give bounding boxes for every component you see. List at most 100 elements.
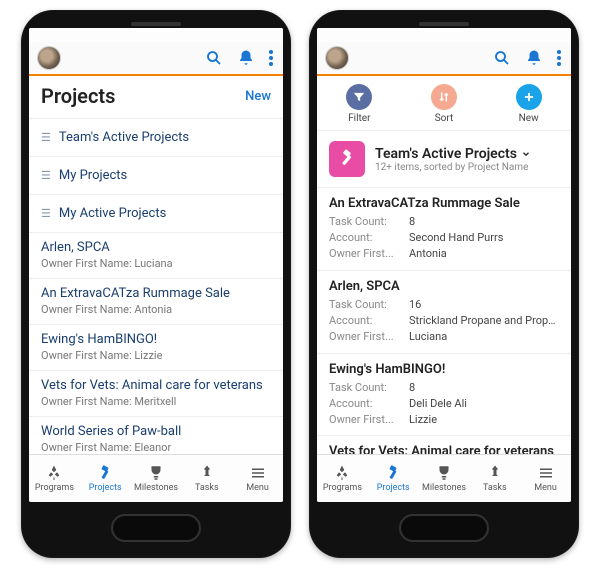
record-name: Vets for Vets: Animal care for veterans (329, 444, 559, 454)
tab-tasks[interactable]: Tasks (181, 455, 232, 502)
list-header[interactable]: Team's Active Projects 12+ items, sorted… (317, 131, 571, 188)
list-icon: ☰ (41, 131, 51, 144)
rocket-icon (333, 464, 351, 482)
tab-label: Milestones (422, 483, 466, 493)
tab-projects[interactable]: Projects (80, 455, 131, 502)
record-name: An ExtravaCATza Rummage Sale (329, 196, 559, 211)
record-sub: Owner First Name: Antonia (41, 303, 271, 316)
record-item[interactable]: Ewing's HamBINGO! Task Count:8 Account:D… (317, 354, 571, 437)
menu-icon (537, 464, 555, 482)
list-view-label: My Active Projects (59, 206, 166, 221)
search-icon[interactable] (493, 49, 511, 67)
sort-button[interactable]: Sort (431, 84, 457, 124)
record-item[interactable]: World Series of Paw-ball Owner First Nam… (29, 417, 283, 454)
field-value: 16 (409, 297, 559, 313)
action-bar: Filter Sort New (317, 76, 571, 131)
record-sub: Owner First Name: Lizzie (41, 349, 271, 362)
list-subtitle: 12+ items, sorted by Project Name (375, 162, 531, 173)
record-name: Ewing's HamBINGO! (41, 332, 271, 347)
avatar[interactable] (37, 46, 61, 70)
record-item[interactable]: An ExtravaCATza Rummage Sale Task Count:… (317, 188, 571, 271)
tab-menu[interactable]: Menu (520, 455, 571, 502)
record-name: World Series of Paw-ball (41, 424, 271, 439)
field-value: Luciana (409, 329, 559, 345)
record-item[interactable]: Vets for Vets: Animal care for veterans … (317, 436, 571, 454)
record-sub: Owner First Name: Luciana (41, 257, 271, 270)
record-item[interactable]: Vets for Vets: Animal care for veterans … (29, 371, 283, 417)
field-value: Deli Dele Ali (409, 396, 559, 412)
field-value: Second Hand Purrs (409, 230, 559, 246)
tab-menu[interactable]: Menu (232, 455, 283, 502)
record-item[interactable]: Arlen, SPCA Owner First Name: Luciana (29, 233, 283, 279)
field-label: Owner First... (329, 329, 409, 345)
list-view-item[interactable]: ☰ My Projects (29, 157, 283, 195)
list-view-item[interactable]: ☰ My Active Projects (29, 195, 283, 233)
screen: Projects New ☰ Team's Active Projects ☰ … (29, 28, 283, 502)
page-title: Projects (41, 84, 115, 108)
screen: Filter Sort New Team's Active P (317, 28, 571, 502)
chevron-down-icon (521, 149, 531, 159)
list-view-item[interactable]: ☰ Team's Active Projects (29, 119, 283, 157)
record-item[interactable]: An ExtravaCATza Rummage Sale Owner First… (29, 279, 283, 325)
speaker (419, 22, 469, 26)
speaker (131, 22, 181, 26)
menu-icon (249, 464, 267, 482)
list-icon: ☰ (41, 169, 51, 182)
trophy-icon (435, 464, 453, 482)
status-bar (317, 28, 571, 42)
tab-label: Programs (35, 483, 74, 493)
list-view-label: Team's Active Projects (59, 130, 189, 145)
record-name: Ewing's HamBINGO! (329, 362, 559, 377)
list-title: Team's Active Projects (375, 146, 531, 162)
content-scroll[interactable]: An ExtravaCATza Rummage Sale Task Count:… (317, 188, 571, 454)
app-header (317, 42, 571, 76)
status-bar (29, 28, 283, 42)
bottom-tabs: Programs Projects Milestones Tasks Menu (317, 454, 571, 502)
tab-projects[interactable]: Projects (368, 455, 419, 502)
record-name: Vets for Vets: Animal care for veterans (41, 378, 271, 393)
phone-right: Filter Sort New Team's Active P (309, 10, 579, 558)
avatar[interactable] (325, 46, 349, 70)
field-value: 8 (409, 214, 559, 230)
list-view-label: My Projects (59, 168, 127, 183)
sort-icon (431, 84, 457, 110)
tab-milestones[interactable]: Milestones (131, 455, 182, 502)
record-item[interactable]: Ewing's HamBINGO! Owner First Name: Lizz… (29, 325, 283, 371)
tab-label: Tasks (195, 483, 219, 493)
new-button[interactable]: New (516, 84, 542, 124)
home-button[interactable] (111, 514, 201, 542)
filter-icon (346, 84, 372, 110)
flashlight-icon (96, 464, 114, 482)
action-label: Sort (435, 113, 454, 124)
home-button[interactable] (399, 514, 489, 542)
tab-label: Menu (534, 483, 557, 493)
tab-tasks[interactable]: Tasks (469, 455, 520, 502)
record-name: An ExtravaCATza Rummage Sale (41, 286, 271, 301)
field-label: Owner First... (329, 246, 409, 262)
plus-icon (516, 84, 542, 110)
tab-label: Milestones (134, 483, 178, 493)
record-item[interactable]: Arlen, SPCA Task Count:16 Account:Strick… (317, 271, 571, 354)
field-label: Task Count: (329, 214, 409, 230)
tab-milestones[interactable]: Milestones (419, 455, 470, 502)
tab-programs[interactable]: Programs (29, 455, 80, 502)
pin-icon (198, 464, 216, 482)
title-row: Projects New (29, 76, 283, 119)
tab-label: Programs (323, 483, 362, 493)
record-sub: Owner First Name: Eleanor (41, 441, 271, 454)
record-sub: Owner First Name: Meritxell (41, 395, 271, 408)
trophy-icon (147, 464, 165, 482)
search-icon[interactable] (205, 49, 223, 67)
more-icon[interactable] (269, 50, 273, 66)
bell-icon[interactable] (525, 49, 543, 67)
tab-programs[interactable]: Programs (317, 455, 368, 502)
tab-label: Projects (377, 483, 410, 493)
bell-icon[interactable] (237, 49, 255, 67)
field-value: Strickland Propane and Propane ... (409, 313, 559, 329)
more-icon[interactable] (557, 50, 561, 66)
filter-button[interactable]: Filter (346, 84, 372, 124)
tab-label: Menu (246, 483, 269, 493)
action-label: New (519, 113, 539, 124)
content-scroll[interactable]: ☰ Team's Active Projects ☰ My Projects ☰… (29, 119, 283, 454)
new-button[interactable]: New (245, 89, 271, 104)
